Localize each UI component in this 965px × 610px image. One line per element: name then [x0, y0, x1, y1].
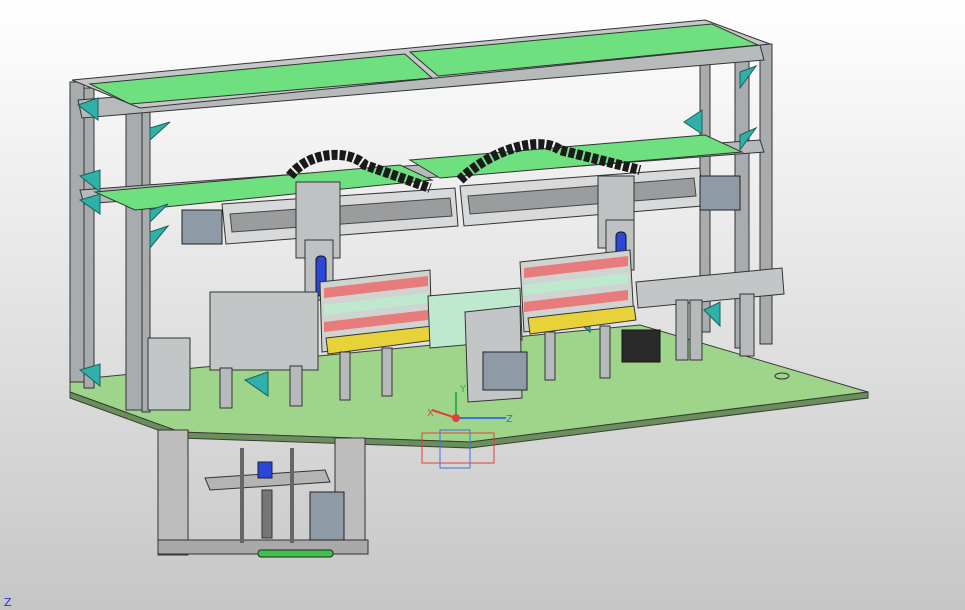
lift-assembly[interactable]	[157, 429, 369, 558]
gripper-module-right[interactable]	[519, 249, 637, 335]
actuator-motor-right[interactable]	[699, 175, 741, 211]
center-motor[interactable]	[482, 351, 528, 391]
lift-slider	[257, 549, 334, 558]
linear-actuator-right[interactable]	[459, 167, 741, 249]
left-bracket-plate[interactable]	[147, 337, 191, 411]
triad-x-label: X	[427, 408, 434, 419]
gripper-module-left[interactable]	[319, 269, 435, 355]
cad-viewport[interactable]: X Y Z Z	[0, 0, 965, 610]
lift-motor[interactable]	[309, 491, 345, 541]
view-axis-indicator-label: Z	[4, 596, 12, 609]
side-plate-left[interactable]	[209, 291, 319, 371]
actuator-motor-left[interactable]	[181, 209, 223, 245]
lift-coupler	[257, 461, 273, 479]
cad-model-view[interactable]: X Y Z	[0, 0, 965, 610]
triad-y-label: Y	[459, 384, 467, 395]
triad-z-label: Z	[506, 414, 513, 425]
stepper-motor-right[interactable]	[621, 329, 661, 363]
